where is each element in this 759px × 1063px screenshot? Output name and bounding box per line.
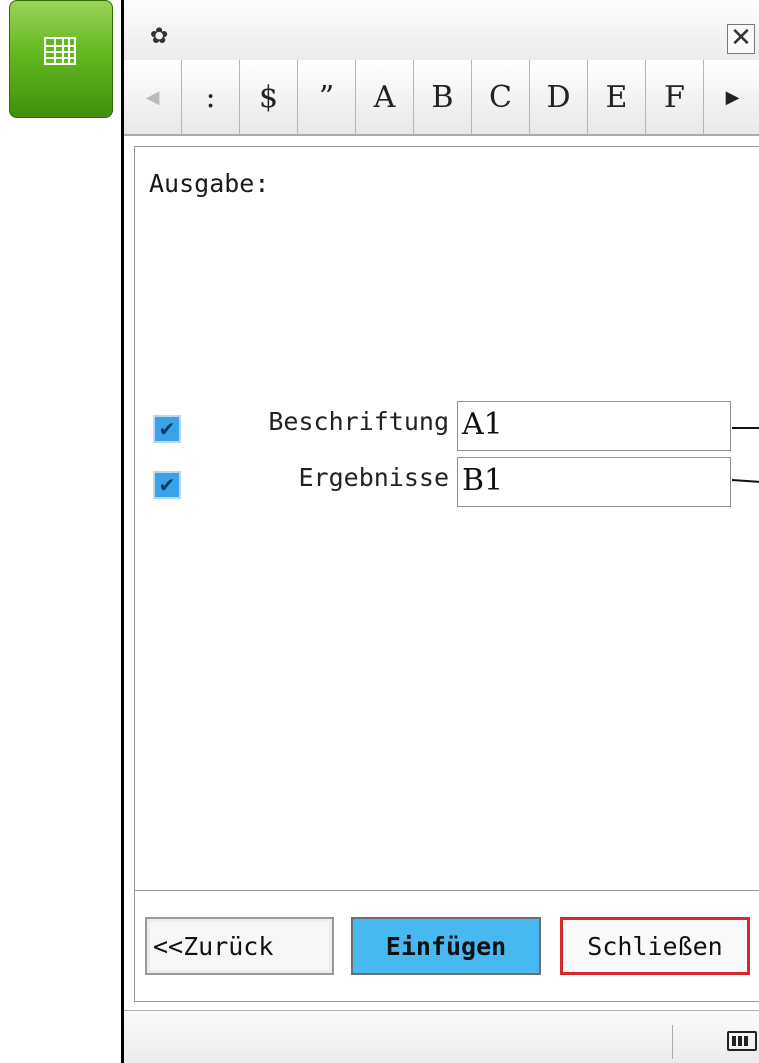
results-row: ✔ Ergebnisse B1 xyxy=(135,453,759,507)
back-button[interactable]: <<Zurück xyxy=(145,917,334,975)
title-bar: ✿ ✕ xyxy=(124,0,759,61)
dialog-window: ✿ ✕ ◀ : $ ” A B C D E F ▶ Ausgabe: ✔ Bes… xyxy=(121,0,759,1063)
results-checkbox[interactable]: ✔ xyxy=(153,471,181,499)
key-c[interactable]: C xyxy=(472,60,530,134)
results-connector-line xyxy=(731,479,759,484)
results-cell-input[interactable]: B1 xyxy=(457,457,731,507)
spreadsheet-grid-icon xyxy=(44,37,76,65)
output-heading: Ausgabe: xyxy=(149,169,270,198)
key-e[interactable]: E xyxy=(588,60,646,134)
scroll-left-key[interactable]: ◀ xyxy=(124,60,182,134)
key-colon[interactable]: : xyxy=(182,60,240,134)
key-quote[interactable]: ” xyxy=(298,60,356,134)
scroll-right-key[interactable]: ▶ xyxy=(704,60,759,134)
insert-button[interactable]: Einfügen xyxy=(351,917,541,975)
label-cell-input[interactable]: A1 xyxy=(457,401,731,451)
gear-icon[interactable]: ✿ xyxy=(150,26,168,48)
spreadsheet-app-button[interactable] xyxy=(9,0,113,118)
close-button[interactable]: Schließen xyxy=(560,917,750,975)
close-window-button[interactable]: ✕ xyxy=(727,24,755,54)
status-bar xyxy=(124,1010,759,1063)
symbol-keyboard-bar: ◀ : $ ” A B C D E F ▶ xyxy=(124,60,759,136)
results-field-label: Ergebnisse xyxy=(298,463,449,492)
key-a[interactable]: A xyxy=(356,60,414,134)
key-dollar[interactable]: $ xyxy=(240,60,298,134)
output-panel: Ausgabe: ✔ Beschriftung A1 ✔ Ergebnisse … xyxy=(134,146,759,1002)
button-bar: <<Zurück Einfügen Schließen xyxy=(135,890,759,1001)
key-d[interactable]: D xyxy=(530,60,588,134)
status-divider xyxy=(672,1025,673,1059)
label-checkbox[interactable]: ✔ xyxy=(153,415,181,443)
key-f[interactable]: F xyxy=(646,60,704,134)
label-field-label: Beschriftung xyxy=(268,407,449,436)
key-b[interactable]: B xyxy=(414,60,472,134)
battery-icon xyxy=(727,1031,757,1051)
label-connector-line xyxy=(732,427,759,429)
label-row: ✔ Beschriftung A1 xyxy=(135,397,759,451)
